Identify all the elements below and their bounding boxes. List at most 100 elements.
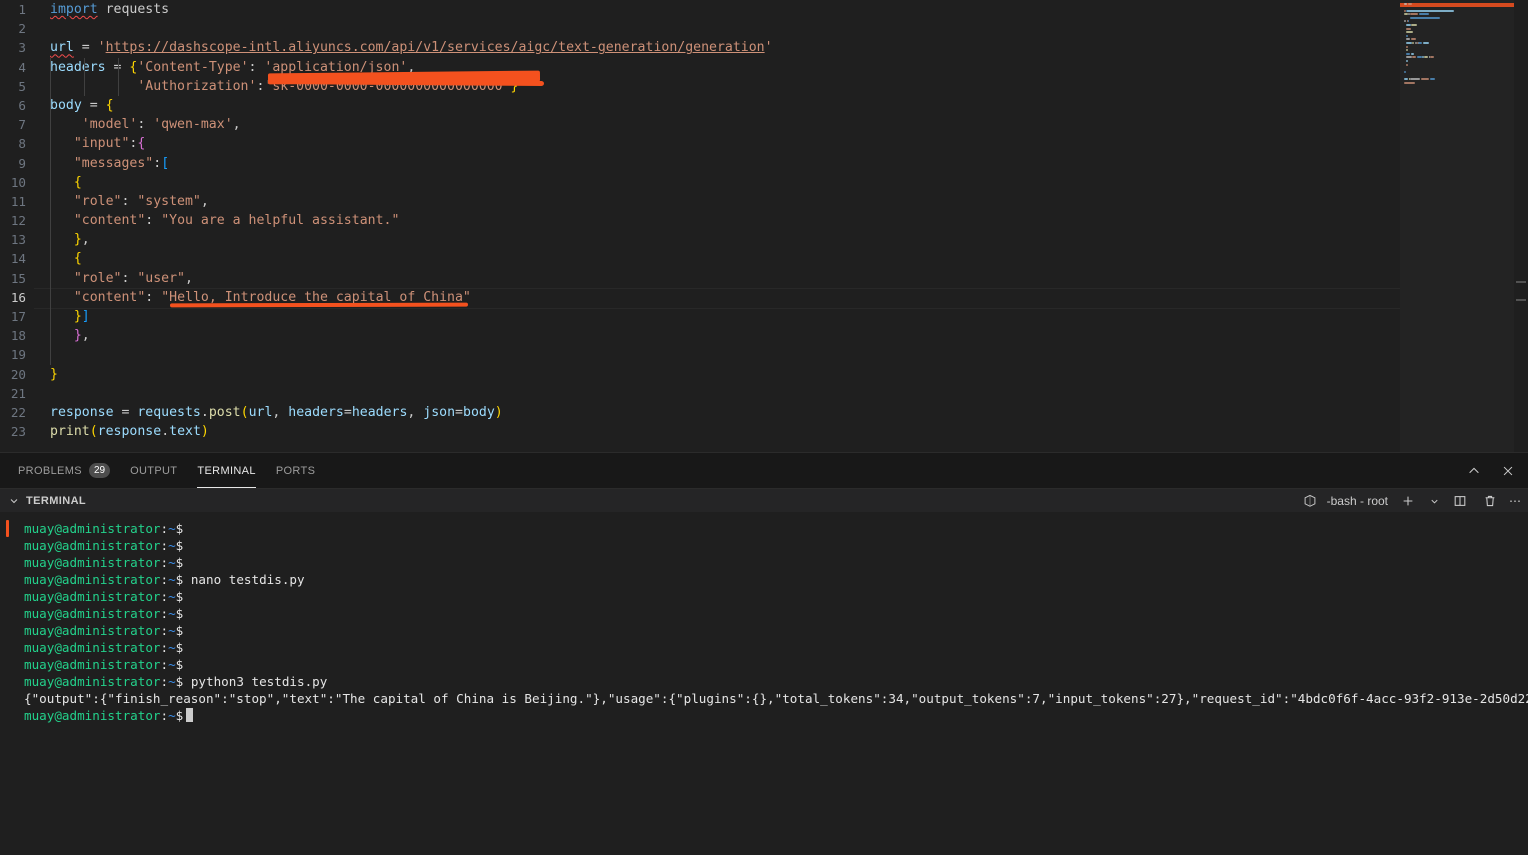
code-line[interactable]: 21 bbox=[0, 384, 1528, 403]
terminal-tab-label[interactable]: -bash - root bbox=[1327, 494, 1388, 508]
minimap-row bbox=[1400, 2, 1514, 5]
minimap-row bbox=[1400, 74, 1514, 77]
line-number: 21 bbox=[10, 385, 26, 401]
terminal-output[interactable]: muay@administrator:~$ muay@administrator:… bbox=[0, 512, 1528, 855]
code-line[interactable]: 19 bbox=[0, 345, 1528, 364]
minimap-token bbox=[1424, 56, 1429, 59]
minimap-token bbox=[1407, 2, 1413, 5]
tab-problems[interactable]: PROBLEMS 29 bbox=[8, 453, 120, 488]
terminal-prompt-user: muay@administrator bbox=[24, 589, 161, 604]
code-line[interactable]: 4 headers = {'Content-Type': 'applicatio… bbox=[0, 58, 1528, 77]
minimap-token bbox=[1406, 38, 1411, 41]
minimap-token bbox=[1406, 31, 1413, 34]
minimap-token bbox=[1404, 2, 1408, 5]
code-line[interactable]: 3 url = 'https://dashscope-intl.aliyuncs… bbox=[0, 38, 1528, 57]
terminal-prompt-sigil: $ bbox=[175, 521, 184, 536]
tab-output[interactable]: OUTPUT bbox=[120, 453, 187, 488]
terminal-header-actions[interactable]: -bash - root ⋯ bbox=[1303, 489, 1521, 513]
terminal-prompt-separator: : bbox=[160, 572, 169, 587]
code-line[interactable]: 5 'Authorization':'sk-0000-0000-00000000… bbox=[0, 77, 1528, 96]
terminal-prompt-sigil: $ bbox=[175, 640, 184, 655]
code-line[interactable]: 13 }, bbox=[0, 230, 1528, 249]
code-line[interactable]: 11 "role": "system", bbox=[0, 192, 1528, 211]
line-number: 2 bbox=[18, 21, 26, 37]
line-content: "role": "user", bbox=[73, 270, 193, 286]
terminal-prompt-line: muay@administrator:~$ bbox=[24, 554, 1528, 571]
line-content: { bbox=[73, 251, 82, 267]
terminal-section-header[interactable]: TERMINAL -bash - root ⋯ bbox=[0, 488, 1528, 512]
code-line[interactable]: 2 bbox=[0, 19, 1528, 38]
code-line[interactable]: 20 } bbox=[0, 365, 1528, 384]
code-editor[interactable]: 1 import requests 2 3 url = 'https://das… bbox=[0, 0, 1528, 452]
terminal-icon bbox=[1303, 494, 1317, 508]
code-line[interactable]: 23 print(response.text) bbox=[0, 422, 1528, 441]
minimap-row bbox=[1400, 60, 1514, 63]
minimap-token bbox=[1430, 56, 1434, 59]
indent-guide bbox=[84, 57, 85, 96]
terminal-prompt-separator: : bbox=[160, 674, 169, 689]
line-content bbox=[34, 384, 1528, 403]
panel-actions[interactable] bbox=[1464, 453, 1518, 488]
terminal-prompt-separator: : bbox=[160, 555, 169, 570]
code-line[interactable]: 1 import requests bbox=[0, 0, 1528, 19]
trash-icon[interactable] bbox=[1480, 491, 1500, 511]
code-line[interactable]: 22 response = requests.post(url, headers… bbox=[0, 403, 1528, 422]
terminal-command: nano testdis.py bbox=[183, 572, 305, 587]
chevron-down-icon[interactable] bbox=[1428, 491, 1440, 511]
line-content: print(response.text) bbox=[50, 424, 209, 440]
minimap-row bbox=[1400, 70, 1514, 73]
terminal-response-json: {"output":{"finish_reason":"stop","text"… bbox=[24, 691, 1528, 706]
line-content: headers = {'Content-Type': 'application/… bbox=[50, 59, 416, 75]
terminal-prompt-sigil: $ bbox=[175, 708, 184, 723]
line-content: "role": "system", bbox=[73, 193, 209, 209]
terminal-prompt-user: muay@administrator bbox=[24, 657, 161, 672]
terminal-prompt-user: muay@administrator bbox=[24, 640, 161, 655]
panel-tab-bar[interactable]: PROBLEMS 29 OUTPUT TERMINAL PORTS bbox=[0, 453, 1528, 488]
plus-icon[interactable] bbox=[1398, 491, 1418, 511]
code-line[interactable]: 14 { bbox=[0, 249, 1528, 268]
code-line[interactable]: 10 { bbox=[0, 173, 1528, 192]
code-lines[interactable]: 1 import requests 2 3 url = 'https://das… bbox=[0, 0, 1528, 452]
code-line[interactable]: 17 }] bbox=[0, 307, 1528, 326]
chevron-down-icon[interactable] bbox=[8, 495, 20, 507]
minimap-token bbox=[1407, 20, 1410, 23]
terminal-prompt-separator: : bbox=[160, 640, 169, 655]
minimap-token bbox=[1418, 13, 1430, 16]
terminal-prompt-path: ~ bbox=[168, 674, 176, 689]
tab-ports[interactable]: PORTS bbox=[266, 453, 325, 488]
code-line[interactable]: 9 "messages":[ bbox=[0, 154, 1528, 173]
url-link[interactable]: https://dashscope-intl.aliyuncs.com/api/… bbox=[106, 40, 765, 55]
terminal-prompt-sigil: $ bbox=[175, 623, 184, 638]
terminal-prompt-path: ~ bbox=[168, 708, 176, 723]
terminal-prompt-separator: : bbox=[160, 521, 169, 536]
code-line[interactable]: 12 "content": "You are a helpful assista… bbox=[0, 211, 1528, 230]
line-number: 10 bbox=[10, 174, 26, 190]
terminal-prompt-line: muay@administrator:~$ bbox=[24, 622, 1528, 639]
chevron-up-icon[interactable] bbox=[1464, 461, 1484, 481]
code-line[interactable]: 18 }, bbox=[0, 326, 1528, 345]
tab-terminal[interactable]: TERMINAL bbox=[187, 453, 265, 488]
terminal-prompt-sigil: $ bbox=[175, 555, 184, 570]
terminal-prompt-path: ~ bbox=[168, 538, 176, 553]
ellipsis-icon[interactable]: ⋯ bbox=[1509, 491, 1521, 511]
split-panel-icon[interactable] bbox=[1450, 491, 1470, 511]
close-icon[interactable] bbox=[1498, 461, 1518, 481]
terminal-prompt-path: ~ bbox=[168, 657, 176, 672]
code-line[interactable]: 6 body = { bbox=[0, 96, 1528, 115]
terminal-prompt-user: muay@administrator bbox=[24, 606, 161, 621]
terminal-prompt-path: ~ bbox=[168, 640, 176, 655]
line-content: "input":{ bbox=[73, 136, 146, 152]
bottom-panel[interactable]: PROBLEMS 29 OUTPUT TERMINAL PORTS TERMIN… bbox=[0, 452, 1528, 855]
minimap-token bbox=[1404, 70, 1406, 73]
minimap[interactable] bbox=[1400, 0, 1514, 452]
minimap-row bbox=[1400, 45, 1514, 48]
line-number: 16 bbox=[10, 289, 26, 305]
terminal-prompt-separator: : bbox=[160, 538, 169, 553]
indent-guide bbox=[118, 57, 119, 96]
minimap-token bbox=[1406, 24, 1411, 27]
line-content: }, bbox=[73, 232, 90, 248]
code-line[interactable]: 7 'model': 'qwen-max', bbox=[0, 115, 1528, 134]
code-line[interactable]: 8 "input":{ bbox=[0, 134, 1528, 153]
line-number: 15 bbox=[10, 270, 26, 286]
code-line[interactable]: 15 "role": "user", bbox=[0, 269, 1528, 288]
